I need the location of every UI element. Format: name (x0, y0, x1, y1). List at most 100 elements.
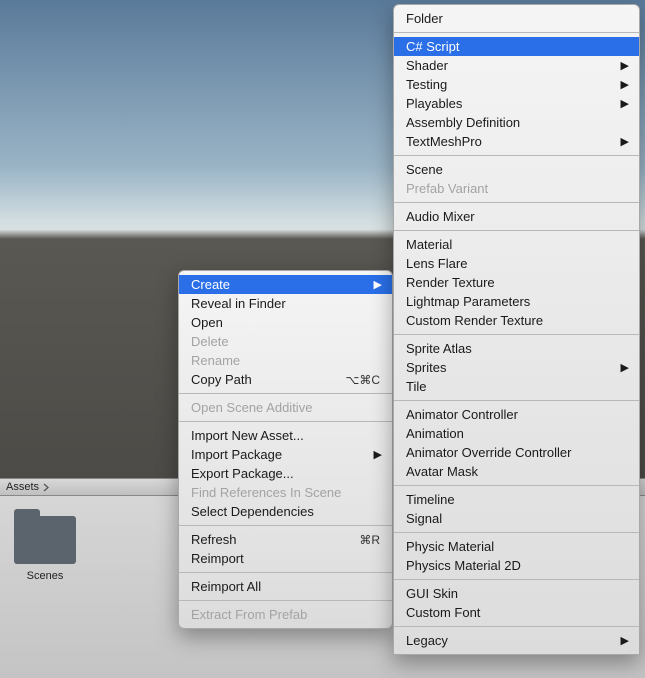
menu-separator (394, 579, 639, 580)
menu-item-label: Sprites (406, 360, 446, 375)
menu-item-animation[interactable]: Animation (394, 424, 639, 443)
menu-item-label: Audio Mixer (406, 209, 475, 224)
menu-separator (394, 230, 639, 231)
menu-item-textmeshpro[interactable]: TextMeshPro ▶ (394, 132, 639, 151)
menu-item-reimport-all[interactable]: Reimport All (179, 577, 392, 596)
menu-item-label: Delete (191, 334, 229, 349)
menu-item-copy-path[interactable]: Copy Path⌥⌘C (179, 370, 392, 389)
menu-separator (394, 155, 639, 156)
menu-item-label: Reimport (191, 551, 244, 566)
menu-item-custom-font[interactable]: Custom Font (394, 603, 639, 622)
menu-item-signal[interactable]: Signal (394, 509, 639, 528)
menu-item-physics-material-2d[interactable]: Physics Material 2D (394, 556, 639, 575)
menu-item-find-references-in-scene: Find References In Scene (179, 483, 392, 502)
menu-item-label: Testing (406, 77, 447, 92)
menu-separator (179, 393, 392, 394)
menu-separator (394, 626, 639, 627)
menu-item-folder[interactable]: Folder (394, 9, 639, 28)
menu-item-label: Select Dependencies (191, 504, 314, 519)
menu-item-sprite-atlas[interactable]: Sprite Atlas (394, 339, 639, 358)
menu-item-gui-skin[interactable]: GUI Skin (394, 584, 639, 603)
menu-item-label: Reimport All (191, 579, 261, 594)
menu-item-label: Assembly Definition (406, 115, 520, 130)
menu-item-lightmap-parameters[interactable]: Lightmap Parameters (394, 292, 639, 311)
menu-item-label: GUI Skin (406, 586, 458, 601)
menu-separator (179, 572, 392, 573)
menu-item-import-new-asset[interactable]: Import New Asset... (179, 426, 392, 445)
menu-item-tile[interactable]: Tile (394, 377, 639, 396)
menu-item-label: Open (191, 315, 223, 330)
menu-item-label: Custom Font (406, 605, 480, 620)
chevron-right-icon: ▶ (621, 361, 629, 374)
menu-item-custom-render-texture[interactable]: Custom Render Texture (394, 311, 639, 330)
folder-icon (14, 516, 76, 564)
menu-item-export-package[interactable]: Export Package... (179, 464, 392, 483)
breadcrumb[interactable]: Assets (6, 481, 50, 493)
menu-item-label: Open Scene Additive (191, 400, 312, 415)
menu-shortcut: ⌥⌘C (346, 373, 381, 387)
menu-item-label: Lightmap Parameters (406, 294, 530, 309)
context-menu: Create▶Reveal in FinderOpenDeleteRenameC… (178, 270, 393, 629)
menu-item-label: Prefab Variant (406, 181, 488, 196)
menu-item-extract-from-prefab: Extract From Prefab (179, 605, 392, 624)
menu-separator (394, 532, 639, 533)
menu-item-label: Refresh (191, 532, 237, 547)
menu-item-lens-flare[interactable]: Lens Flare (394, 254, 639, 273)
menu-item-label: Export Package... (191, 466, 294, 481)
menu-item-label: Shader (406, 58, 448, 73)
menu-item-refresh[interactable]: Refresh⌘R (179, 530, 392, 549)
chevron-right-icon: ▶ (621, 634, 629, 647)
menu-item-audio-mixer[interactable]: Audio Mixer (394, 207, 639, 226)
menu-item-create[interactable]: Create▶ (179, 275, 392, 294)
menu-item-label: Lens Flare (406, 256, 467, 271)
menu-item-sprites[interactable]: Sprites ▶ (394, 358, 639, 377)
chevron-right-icon (43, 483, 50, 492)
menu-item-label: Import New Asset... (191, 428, 304, 443)
menu-item-material[interactable]: Material (394, 235, 639, 254)
menu-item-label: Reveal in Finder (191, 296, 286, 311)
menu-item-timeline[interactable]: Timeline (394, 490, 639, 509)
menu-item-animator-controller[interactable]: Animator Controller (394, 405, 639, 424)
chevron-right-icon: ▶ (621, 59, 629, 72)
menu-separator (179, 525, 392, 526)
chevron-right-icon: ▶ (374, 448, 382, 461)
menu-item-label: Material (406, 237, 452, 252)
menu-item-label: Find References In Scene (191, 485, 341, 500)
menu-item-reveal-in-finder[interactable]: Reveal in Finder (179, 294, 392, 313)
menu-item-label: Tile (406, 379, 426, 394)
menu-item-open[interactable]: Open (179, 313, 392, 332)
menu-item-scene[interactable]: Scene (394, 160, 639, 179)
menu-item-prefab-variant: Prefab Variant (394, 179, 639, 198)
menu-item-import-package[interactable]: Import Package▶ (179, 445, 392, 464)
folder-item-scenes[interactable]: Scenes (14, 516, 76, 582)
menu-item-assembly-definition[interactable]: Assembly Definition (394, 113, 639, 132)
menu-separator (394, 400, 639, 401)
menu-item-animator-override-controller[interactable]: Animator Override Controller (394, 443, 639, 462)
menu-item-label: Rename (191, 353, 240, 368)
menu-item-render-texture[interactable]: Render Texture (394, 273, 639, 292)
menu-item-label: Create (191, 277, 230, 292)
menu-separator (179, 600, 392, 601)
menu-item-label: Timeline (406, 492, 455, 507)
menu-item-label: Legacy (406, 633, 448, 648)
menu-item-avatar-mask[interactable]: Avatar Mask (394, 462, 639, 481)
menu-item-shader[interactable]: Shader ▶ (394, 56, 639, 75)
menu-item-select-dependencies[interactable]: Select Dependencies (179, 502, 392, 521)
breadcrumb-label: Assets (6, 481, 39, 493)
menu-item-label: Custom Render Texture (406, 313, 543, 328)
menu-separator (179, 421, 392, 422)
menu-item-testing[interactable]: Testing▶ (394, 75, 639, 94)
menu-separator (394, 485, 639, 486)
chevron-right-icon: ▶ (621, 135, 629, 148)
menu-item-open-scene-additive: Open Scene Additive (179, 398, 392, 417)
menu-item-physic-material[interactable]: Physic Material (394, 537, 639, 556)
menu-item-reimport[interactable]: Reimport (179, 549, 392, 568)
menu-item-label: Playables (406, 96, 462, 111)
menu-item-label: TextMeshPro (406, 134, 482, 149)
menu-item-c-script[interactable]: C# Script (394, 37, 639, 56)
menu-item-label: Physic Material (406, 539, 494, 554)
menu-item-label: Folder (406, 11, 443, 26)
chevron-right-icon: ▶ (621, 97, 629, 110)
menu-item-playables[interactable]: Playables ▶ (394, 94, 639, 113)
menu-item-legacy[interactable]: Legacy ▶ (394, 631, 639, 650)
